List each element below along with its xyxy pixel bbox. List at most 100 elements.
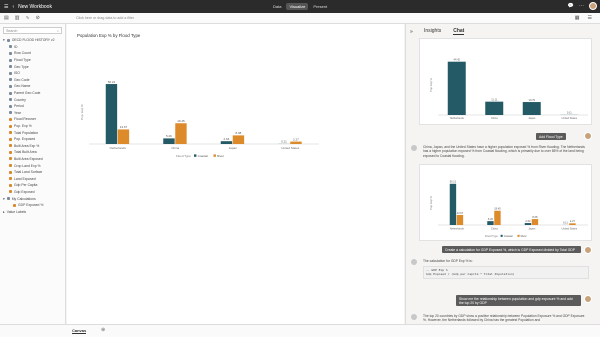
field-item[interactable]: Gdp Per Capita bbox=[0, 182, 65, 189]
field-item[interactable]: Crop Land Exp % bbox=[0, 162, 65, 169]
data-icon[interactable]: ▤ bbox=[4, 15, 9, 21]
toolbar-right-icons: ▦ ☰ bbox=[575, 15, 592, 21]
field-item[interactable]: Period bbox=[0, 103, 65, 110]
field-item[interactable]: Total Population bbox=[0, 129, 65, 136]
field-type-icon bbox=[9, 111, 12, 115]
my-calculations-node[interactable]: ▾ My Calculations bbox=[0, 195, 65, 202]
more-icon[interactable]: ⋯ bbox=[579, 3, 584, 9]
data-label: 13.67 bbox=[120, 125, 128, 129]
bar-coastal bbox=[163, 138, 175, 144]
bar-river bbox=[494, 210, 501, 225]
mode-present[interactable]: Present bbox=[310, 3, 330, 10]
field-type-icon bbox=[9, 170, 12, 174]
user-avatar bbox=[584, 132, 592, 140]
x-tick-label: Japan bbox=[528, 116, 536, 120]
properties-icon[interactable]: ☰ bbox=[588, 15, 592, 21]
canvas: Population Exp % by Flood Type Pop. Exp … bbox=[67, 24, 404, 324]
chat-icon[interactable]: 💬 bbox=[568, 3, 574, 9]
avatar[interactable] bbox=[589, 2, 597, 10]
field-item[interactable]: ID bbox=[0, 44, 65, 51]
calc-item-label: GDP Exposed % bbox=[18, 203, 44, 208]
field-item[interactable]: Parent Geo Code bbox=[0, 90, 65, 97]
field-item[interactable]: Built Area Exposed bbox=[0, 156, 65, 163]
canvas-tab[interactable]: Canvas bbox=[72, 328, 87, 334]
search-input[interactable]: Search ⌕ bbox=[3, 27, 62, 34]
field-item[interactable]: Pop. Exposed bbox=[0, 136, 65, 143]
panel-toggle-icon[interactable]: » bbox=[410, 29, 413, 35]
field-label: Crop Land Exp % bbox=[14, 163, 41, 168]
top-bar: ☰ ‹ New Workbook Data Visualize Present … bbox=[0, 0, 600, 13]
back-icon[interactable]: ‹ bbox=[12, 4, 14, 10]
bar-chart[interactable]: Pop. Exp % 56.21 13.67 Netherlands 5.26 19.45… bbox=[67, 24, 404, 324]
x-tick-label: China bbox=[491, 227, 498, 231]
field-label: Total Land Surface bbox=[14, 170, 43, 175]
menu-icon[interactable]: ☰ bbox=[4, 4, 8, 10]
chat-chart-card-1: Pop. Exp % 44.42 Netherlands 11.11 China 10.7… bbox=[419, 38, 592, 125]
field-label: Parent Geo Code bbox=[14, 91, 41, 96]
field-item[interactable]: Geo Type bbox=[0, 63, 65, 70]
expand-icon[interactable]: ▸ bbox=[3, 210, 5, 214]
panel-tabs: Insights Chat bbox=[424, 28, 465, 35]
field-item[interactable]: ISO bbox=[0, 70, 65, 77]
data-label: 5.26 bbox=[166, 134, 172, 138]
bar-coastal bbox=[449, 183, 457, 225]
field-type-icon bbox=[9, 190, 12, 194]
field-item[interactable]: Country bbox=[0, 96, 65, 103]
field-item[interactable]: Geo Code bbox=[0, 77, 65, 84]
legend-item: River bbox=[521, 234, 527, 238]
workbook-title-group: ☰ ‹ New Workbook bbox=[4, 4, 52, 10]
tab-insights[interactable]: Insights bbox=[424, 28, 441, 35]
mini-bar-chart-2[interactable]: Pop. Exp % 56.21 13.67 Netherlands 5.26 19.45… bbox=[420, 165, 593, 242]
data-panel: Search ⌕ ▾ OECD FLOOD HISTORY v2 ID Row C… bbox=[0, 24, 66, 324]
data-label: 44.42 bbox=[454, 57, 461, 61]
x-tick-label: Netherlands bbox=[450, 116, 465, 120]
add-canvas-icon[interactable]: ⊕ bbox=[101, 327, 105, 333]
field-item[interactable]: Total Land Surface bbox=[0, 169, 65, 176]
field-tree: ▾ OECD FLOOD HISTORY v2 ID Row Count Flood… bbox=[0, 37, 65, 215]
field-type-icon bbox=[9, 45, 12, 49]
grammar-icon[interactable]: ▦ bbox=[575, 15, 580, 21]
filter-bar-hint[interactable]: Click here or drag data to add a filter bbox=[76, 16, 134, 20]
mode-visualize[interactable]: Visualize bbox=[286, 3, 309, 10]
analytics-icon[interactable]: ⊘ bbox=[36, 15, 40, 21]
bar-coastal bbox=[105, 84, 118, 144]
field-item[interactable]: Year bbox=[0, 110, 65, 117]
field-item[interactable]: Row Count bbox=[0, 50, 65, 57]
legend-item: Coastal bbox=[504, 234, 513, 238]
code-block: -- GDP Exp % Gdp Exposed / (Gdp per Capi… bbox=[423, 266, 589, 279]
mini-bar-chart-1[interactable]: Pop. Exp % 44.42 Netherlands 11.11 China 10.7… bbox=[420, 39, 593, 126]
user-message-1: Add Flood Type bbox=[536, 133, 566, 140]
calc-item[interactable]: GDP Exposed % bbox=[0, 202, 65, 209]
field-label: ISO bbox=[14, 71, 20, 76]
visualizations-icon[interactable]: ∿ bbox=[25, 15, 29, 21]
field-label: Period bbox=[14, 104, 24, 109]
field-item[interactable]: Flood Recover bbox=[0, 116, 65, 123]
field-item[interactable]: Gdp Exposed bbox=[0, 189, 65, 196]
field-label: Geo Type bbox=[14, 64, 29, 69]
field-item[interactable]: Land Exposed bbox=[0, 175, 65, 182]
field-label: Country bbox=[14, 97, 26, 102]
field-item[interactable]: Flood Type bbox=[0, 57, 65, 64]
user-avatar bbox=[584, 295, 592, 303]
data-label: 8.08 bbox=[532, 215, 538, 219]
field-type-icon bbox=[9, 78, 12, 82]
data-label: 2.64 bbox=[525, 219, 531, 223]
dataset-icon bbox=[6, 38, 10, 42]
expand-icon[interactable]: ▾ bbox=[3, 197, 5, 201]
tab-chat[interactable]: Chat bbox=[453, 28, 465, 35]
mode-data[interactable]: Data bbox=[270, 3, 284, 10]
field-label: ID bbox=[14, 44, 18, 49]
mode-switcher: Data Visualize Present bbox=[270, 3, 330, 10]
value-labels-node[interactable]: ▸ Value Labels bbox=[0, 208, 65, 215]
field-item[interactable]: Total Built Area bbox=[0, 149, 65, 156]
expand-icon[interactable]: ▾ bbox=[3, 38, 5, 42]
field-item[interactable]: Pop. Exp % bbox=[0, 123, 65, 130]
data-label: 2.27 bbox=[293, 137, 299, 141]
chart-icon[interactable]: ▥ bbox=[15, 15, 20, 21]
data-label: 56.21 bbox=[108, 80, 116, 84]
dataset-node[interactable]: ▾ OECD FLOOD HISTORY v2 bbox=[0, 37, 65, 44]
field-item[interactable]: Geo Name bbox=[0, 83, 65, 90]
field-item[interactable]: Built Area Exp % bbox=[0, 143, 65, 150]
legend-item: Coastal bbox=[198, 154, 209, 158]
workbook-title[interactable]: New Workbook bbox=[18, 4, 52, 10]
